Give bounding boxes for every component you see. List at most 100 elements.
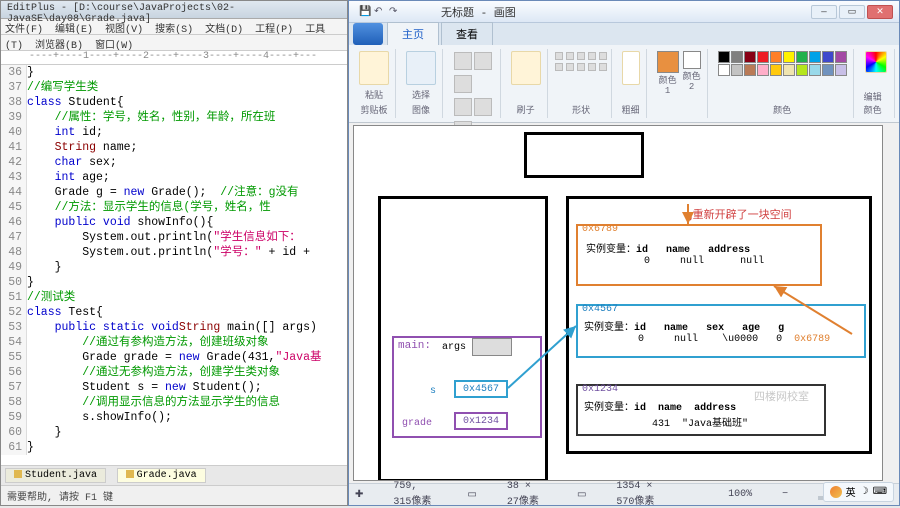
save-icon[interactable]: 💾 xyxy=(359,6,371,18)
tab-student[interactable]: Student.java xyxy=(5,468,106,483)
shape-icon[interactable] xyxy=(588,52,596,60)
status-pos: 759, 315像素 xyxy=(393,481,437,508)
zoom-out-button[interactable]: − xyxy=(782,489,788,500)
status-sel: 38 × 27像素 xyxy=(507,481,547,508)
color-swatch[interactable] xyxy=(835,64,847,76)
color-swatch[interactable] xyxy=(822,51,834,63)
addr-6789: 0x6789 xyxy=(582,224,618,235)
menu-search[interactable]: 搜索(S) xyxy=(155,25,193,36)
menu-view[interactable]: 视图(V) xyxy=(105,25,143,36)
redo-icon[interactable]: ↷ xyxy=(389,6,401,18)
menu-file[interactable]: 文件(F) xyxy=(5,25,43,36)
color-swatch[interactable] xyxy=(796,64,808,76)
picker-icon[interactable] xyxy=(474,98,492,116)
mspaint-titlebar[interactable]: 💾 ↶ ↷ 无标题 - 画图 — ▭ ✕ xyxy=(349,1,899,23)
color-swatch[interactable] xyxy=(757,64,769,76)
v: 0 xyxy=(638,334,644,345)
size-button[interactable] xyxy=(622,51,640,85)
quick-access-toolbar[interactable]: 💾 ↶ ↷ xyxy=(359,6,401,18)
addr-1234: 0x1234 xyxy=(582,384,618,395)
color-swatch[interactable] xyxy=(835,51,847,63)
eraser-icon[interactable] xyxy=(454,98,472,116)
color-swatch[interactable] xyxy=(770,64,782,76)
label: 实例变量： xyxy=(584,323,634,334)
tab-grade[interactable]: Grade.java xyxy=(117,468,206,483)
status-size: 1354 × 570像素 xyxy=(616,481,668,508)
stack-grade-cell: 0x1234 xyxy=(454,412,508,430)
mspaint-title-text: 无标题 - 画图 xyxy=(441,4,516,20)
maximize-button[interactable]: ▭ xyxy=(839,5,865,19)
tab-view[interactable]: 查看 xyxy=(441,22,493,45)
color-swatch[interactable] xyxy=(809,64,821,76)
ribbon: 粘贴 剪贴板 选择 图像 工具 刷子 形状 粗细 xyxy=(349,45,899,123)
ime-kb-icon[interactable]: ⌨ xyxy=(873,486,887,498)
group-color-wells: 颜色 1 颜色 2 xyxy=(651,49,708,118)
color-swatch[interactable] xyxy=(809,51,821,63)
size-label: 粗细 xyxy=(622,103,640,116)
color2-well[interactable] xyxy=(683,51,701,69)
brush-button[interactable] xyxy=(511,51,541,85)
shape-icon[interactable] xyxy=(555,63,563,71)
menu-edit[interactable]: 编辑(E) xyxy=(55,25,93,36)
stack-args: args xyxy=(442,342,466,353)
color-swatch[interactable] xyxy=(744,64,756,76)
ime-moon-icon[interactable]: ☽ xyxy=(860,486,869,498)
text-icon[interactable] xyxy=(454,75,472,93)
close-button[interactable]: ✕ xyxy=(867,5,893,19)
val-name: null xyxy=(680,256,704,267)
color-swatch[interactable] xyxy=(757,51,769,63)
color-swatch[interactable] xyxy=(731,51,743,63)
editplus-ruler: ----+----1----+----2----+----3----+----4… xyxy=(1,51,347,65)
shape-icon[interactable] xyxy=(599,52,607,60)
pencil-icon[interactable] xyxy=(454,52,472,70)
tab-home[interactable]: 主页 xyxy=(387,22,439,45)
select-label: 选择 xyxy=(412,88,430,101)
color-palette xyxy=(718,51,847,76)
tab-grade-label: Grade.java xyxy=(137,470,197,481)
color-swatch[interactable] xyxy=(718,51,730,63)
code-editor[interactable]: 36}37//编写学生类38class Student{39 //属性：学号，姓… xyxy=(1,65,347,465)
select-button[interactable] xyxy=(406,51,436,85)
shape-icon[interactable] xyxy=(566,52,574,60)
edit-colors-button[interactable] xyxy=(865,51,887,73)
undo-icon[interactable]: ↶ xyxy=(374,6,386,18)
color-swatch[interactable] xyxy=(822,64,834,76)
menu-document[interactable]: 文档(D) xyxy=(205,25,243,36)
editplus-titlebar[interactable]: EditPlus - [D:\course\JavaProjects\02-Ja… xyxy=(1,1,347,19)
shape-icon[interactable] xyxy=(588,63,596,71)
val-addr: null xyxy=(740,256,764,267)
ime-bar[interactable]: 英 ☽ ⌨ xyxy=(823,482,894,502)
f: name xyxy=(664,323,688,334)
shape-icon[interactable] xyxy=(577,52,585,60)
v: 0x6789 xyxy=(794,334,830,345)
stack-main-label: main: xyxy=(398,340,431,352)
paste-button[interactable] xyxy=(359,51,389,85)
editplus-menubar[interactable]: 文件(F) 编辑(E) 视图(V) 搜索(S) 文档(D) 工程(P) 工具(T… xyxy=(1,19,347,35)
ime-icon xyxy=(830,486,842,498)
color-swatch[interactable] xyxy=(783,64,795,76)
color-swatch[interactable] xyxy=(731,64,743,76)
watermark: 四楼网校室 xyxy=(754,388,809,404)
canvas-area[interactable]: g重新开辟了一块空间 0x6789 实例变量：id name address 0… xyxy=(353,125,883,481)
label: 实例变量： xyxy=(584,403,634,414)
shape-icon[interactable] xyxy=(599,63,607,71)
stack-args-cell xyxy=(472,338,512,356)
color-swatch[interactable] xyxy=(744,51,756,63)
diagram-note: g重新开辟了一块空间 xyxy=(686,206,792,222)
v: 0 xyxy=(776,334,782,345)
color-swatch[interactable] xyxy=(796,51,808,63)
minimize-button[interactable]: — xyxy=(811,5,837,19)
fill-icon[interactable] xyxy=(474,52,492,70)
color-swatch[interactable] xyxy=(783,51,795,63)
f: id xyxy=(634,323,646,334)
menu-project[interactable]: 工程(P) xyxy=(255,25,293,36)
shape-icon[interactable] xyxy=(566,63,574,71)
file-menu-button[interactable] xyxy=(353,23,383,45)
shape-icon[interactable] xyxy=(555,52,563,60)
image-label: 图像 xyxy=(412,103,430,116)
shape-icon[interactable] xyxy=(577,63,585,71)
edit-colors-label: 编辑颜色 xyxy=(864,90,888,116)
color-swatch[interactable] xyxy=(718,64,730,76)
color1-well[interactable] xyxy=(657,51,679,73)
color-swatch[interactable] xyxy=(770,51,782,63)
